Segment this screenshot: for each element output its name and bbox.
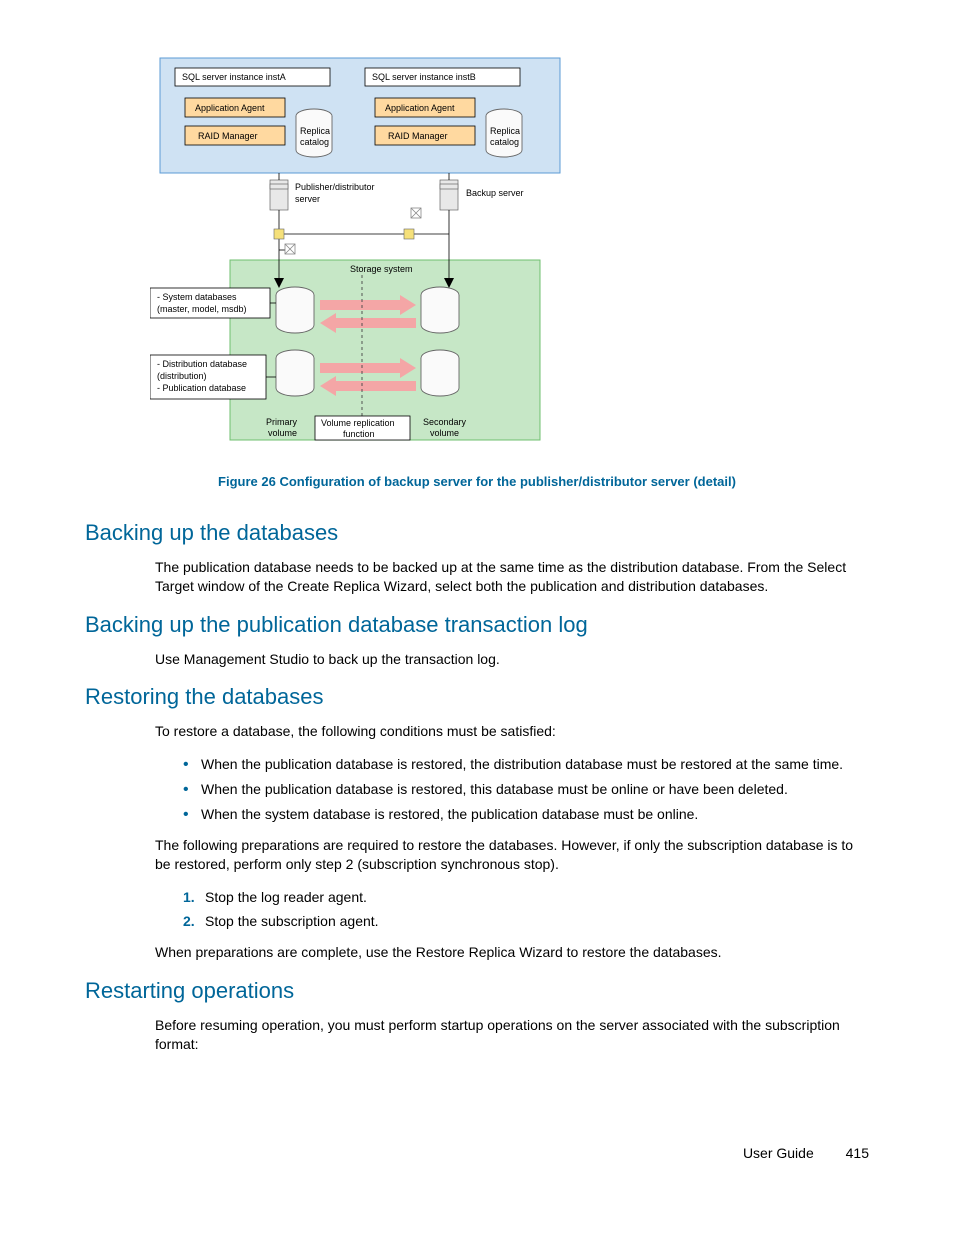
figure-caption: Figure 26 Configuration of backup server… (117, 473, 837, 491)
section-backing-up-databases: Backing up the databases (85, 518, 869, 548)
svg-text:- Publication database: - Publication database (157, 383, 246, 393)
list-item: When the publication database is restore… (183, 780, 869, 799)
body-text: The following preparations are required … (155, 836, 869, 874)
footer-label: User Guide (743, 1145, 814, 1161)
list-item: Stop the subscription agent. (183, 912, 869, 931)
svg-text:server: server (295, 194, 320, 204)
diagram-instA: SQL server instance instA (182, 72, 286, 82)
svg-text:catalog: catalog (490, 137, 519, 147)
list-item: When the system database is restored, th… (183, 805, 869, 824)
svg-text:(master, model, msdb): (master, model, msdb) (157, 304, 247, 314)
diagram-app-agent-b: Application Agent (385, 103, 455, 113)
svg-text:volume: volume (268, 428, 297, 438)
diagram-primary-vol: Primary (266, 417, 297, 427)
list-item: Stop the log reader agent. (183, 888, 869, 907)
body-text: The publication database needs to be bac… (155, 558, 869, 596)
section-restoring-databases: Restoring the databases (85, 682, 869, 712)
diagram-raid-mgr-a: RAID Manager (198, 131, 258, 141)
diagram-storage-system: Storage system (350, 264, 413, 274)
section-backing-up-log: Backing up the publication database tran… (85, 610, 869, 640)
section-restarting-operations: Restarting operations (85, 976, 869, 1006)
step-list: Stop the log reader agent. Stop the subs… (155, 888, 869, 932)
svg-text:catalog: catalog (300, 137, 329, 147)
diagram-instB: SQL server instance instB (372, 72, 476, 82)
body-text: When preparations are complete, use the … (155, 943, 869, 962)
svg-text:volume: volume (430, 428, 459, 438)
page-number: 415 (846, 1145, 869, 1161)
bullet-list: When the publication database is restore… (155, 755, 869, 824)
body-text: Use Management Studio to back up the tra… (155, 650, 869, 669)
body-text: To restore a database, the following con… (155, 722, 869, 741)
diagram-sys-db: - System databases (157, 292, 237, 302)
diagram-vol-repl: Volume replication (321, 418, 395, 428)
body-text: Before resuming operation, you must perf… (155, 1016, 869, 1054)
svg-text:function: function (343, 429, 375, 439)
diagram-backup-server: Backup server (466, 188, 524, 198)
diagram-pub-dist-server: Publisher/distributor (295, 182, 375, 192)
diagram-app-agent-a: Application Agent (195, 103, 265, 113)
page-footer: User Guide 415 (85, 1144, 869, 1163)
svg-text:Replica: Replica (490, 126, 520, 136)
figure-diagram: SQL server instance instA Application Ag… (150, 50, 869, 455)
diagram-raid-mgr-b: RAID Manager (388, 131, 448, 141)
svg-text:(distribution): (distribution) (157, 371, 207, 381)
list-item: When the publication database is restore… (183, 755, 869, 774)
diagram-secondary-vol: Secondary (423, 417, 467, 427)
diagram-dist-db: - Distribution database (157, 359, 247, 369)
svg-text:Replica: Replica (300, 126, 330, 136)
